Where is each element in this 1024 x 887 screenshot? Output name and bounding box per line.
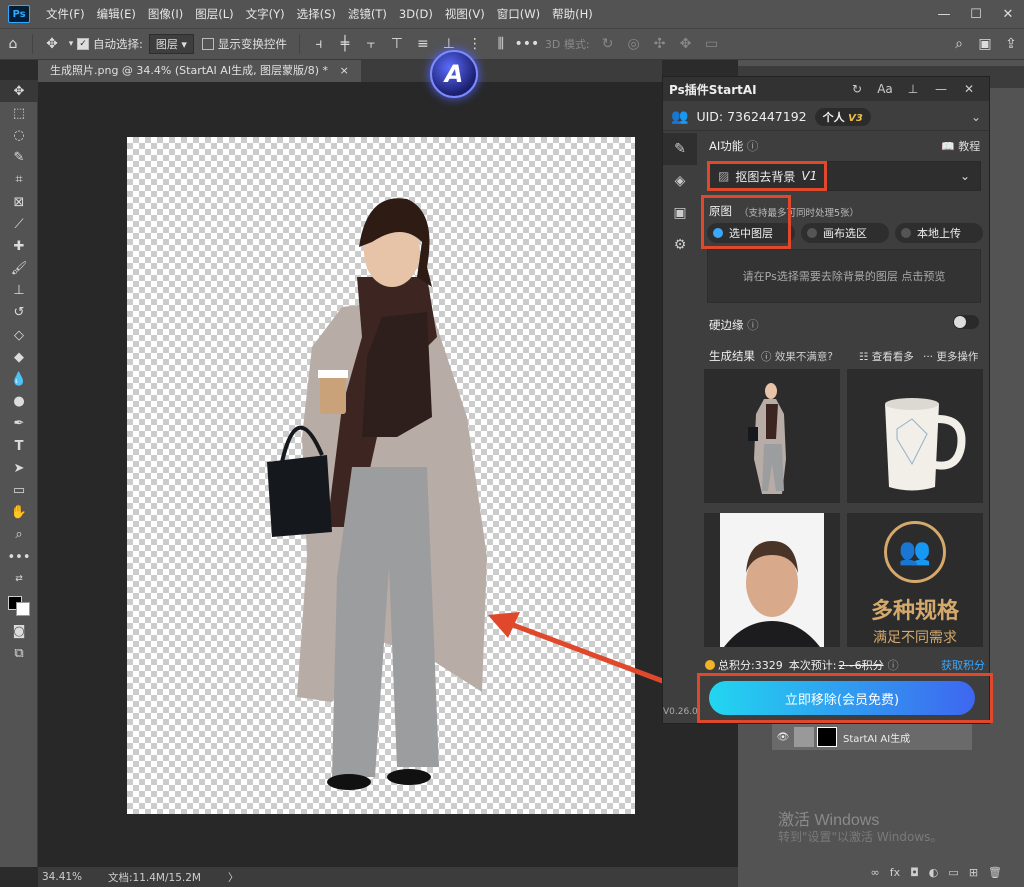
hard-edge-toggle[interactable] bbox=[953, 315, 979, 329]
plan-badge[interactable]: 个人 V3 bbox=[814, 107, 871, 126]
ai-function-label: AI功能 ⓘ bbox=[709, 138, 758, 154]
info-icon[interactable]: ⓘ bbox=[747, 139, 759, 153]
font-size-icon[interactable]: Aa bbox=[871, 82, 899, 96]
chevron-down-icon: ⌄ bbox=[959, 169, 970, 183]
result-thumbnail[interactable] bbox=[704, 369, 840, 503]
panel-title: Ps插件StartAI bbox=[669, 82, 757, 97]
refresh-icon[interactable]: ↻ bbox=[843, 82, 871, 96]
radio-icon bbox=[807, 228, 817, 238]
points-estimate-label: 本次预计: bbox=[788, 659, 837, 672]
tutorial-text: 教程 bbox=[958, 140, 981, 153]
portrait-thumbnail-image bbox=[720, 513, 824, 647]
coin-icon bbox=[705, 660, 715, 670]
result-thumbnail[interactable] bbox=[704, 513, 840, 647]
plan-version: V3 bbox=[848, 112, 863, 124]
minimize-icon[interactable]: — bbox=[927, 82, 955, 96]
startai-panel: Ps插件StartAI ↻ Aa ⊥ — ✕ 👥 UID: 7362447192… bbox=[662, 76, 993, 724]
woman-thumbnail-image bbox=[748, 383, 786, 494]
unsatisfied-text: 效果不满意? bbox=[774, 351, 833, 363]
promo-title: 多种规格 bbox=[870, 599, 959, 624]
highlight-box bbox=[701, 195, 791, 249]
user-icon[interactable]: 👥 bbox=[671, 109, 688, 125]
points-row: 总积分:3329 本次预计: 2~6积分 ⓘ 获取积分 bbox=[705, 657, 985, 673]
results-label: 生成结果 bbox=[709, 349, 755, 363]
source-option-canvas-selection[interactable]: 画布选区 bbox=[801, 223, 889, 243]
preview-hint[interactable]: 请在Ps选择需要去除背景的图层 点击预览 bbox=[707, 249, 981, 303]
mug-thumbnail-image bbox=[885, 398, 966, 491]
edit-icon[interactable]: ✎ bbox=[663, 133, 697, 165]
radio-icon bbox=[901, 228, 911, 238]
result-thumbnail[interactable] bbox=[847, 369, 983, 503]
photoshop-window: Ps 文件(F) 编辑(E) 图像(I) 图层(L) 文字(Y) 选择(S) 滤… bbox=[0, 0, 1024, 887]
unsatisfied-link[interactable]: ⓘ 效果不满意? bbox=[761, 349, 833, 364]
promo-subtitle: 满足不同需求 bbox=[873, 630, 957, 646]
source-option-label: 本地上传 bbox=[917, 227, 961, 240]
layers-icon[interactable]: ◈ bbox=[663, 165, 697, 197]
close-icon[interactable]: ✕ bbox=[955, 82, 983, 96]
promo-thumbnail[interactable]: 👥 多种规格 满足不同需求 bbox=[847, 513, 983, 647]
view-more-link[interactable]: ☷ 查看看多 bbox=[859, 349, 914, 364]
ai-function-text: AI功能 bbox=[709, 139, 744, 153]
hard-edge-text: 硬边缘 bbox=[709, 318, 744, 332]
points-total: 总积分:3329 bbox=[718, 659, 783, 672]
get-points-link[interactable]: 获取积分 bbox=[941, 657, 985, 673]
source-option-label: 画布选区 bbox=[823, 227, 867, 240]
plugin-version: V0.26.0 bbox=[663, 707, 698, 717]
more-ops-link[interactable]: ··· 更多操作 bbox=[923, 349, 978, 364]
hard-edge-label: 硬边缘 ⓘ bbox=[709, 317, 759, 333]
user-row: 👥 UID: 7362447192 个人 V3 ⌄ bbox=[663, 103, 989, 131]
settings-icon[interactable]: ⚙ bbox=[663, 229, 697, 261]
more-ops-text: 更多操作 bbox=[936, 351, 979, 363]
highlight-box bbox=[707, 161, 827, 191]
tutorial-link[interactable]: 📖 教程 bbox=[941, 138, 980, 154]
chevron-down-icon[interactable]: ⌄ bbox=[971, 110, 981, 124]
book-icon: 📖 bbox=[941, 140, 955, 153]
users-icon: 👥 bbox=[884, 521, 946, 583]
points-estimate-value: 2~6积分 bbox=[838, 659, 884, 672]
panel-header: Ps插件StartAI ↻ Aa ⊥ — ✕ bbox=[663, 77, 989, 101]
source-option-local-upload[interactable]: 本地上传 bbox=[895, 223, 983, 243]
info-icon[interactable]: ⓘ bbox=[747, 318, 759, 332]
info-icon[interactable]: ⓘ bbox=[888, 657, 899, 673]
plan-name: 个人 bbox=[822, 110, 845, 124]
uid-label: UID: 7362447192 bbox=[696, 109, 807, 124]
view-more-text: 查看看多 bbox=[871, 351, 914, 363]
panel-sidebar: ✎ ◈ ▣ ⚙ bbox=[663, 133, 697, 723]
highlight-box bbox=[697, 673, 993, 723]
pin-icon[interactable]: ⊥ bbox=[899, 82, 927, 96]
save-icon[interactable]: ▣ bbox=[663, 197, 697, 229]
